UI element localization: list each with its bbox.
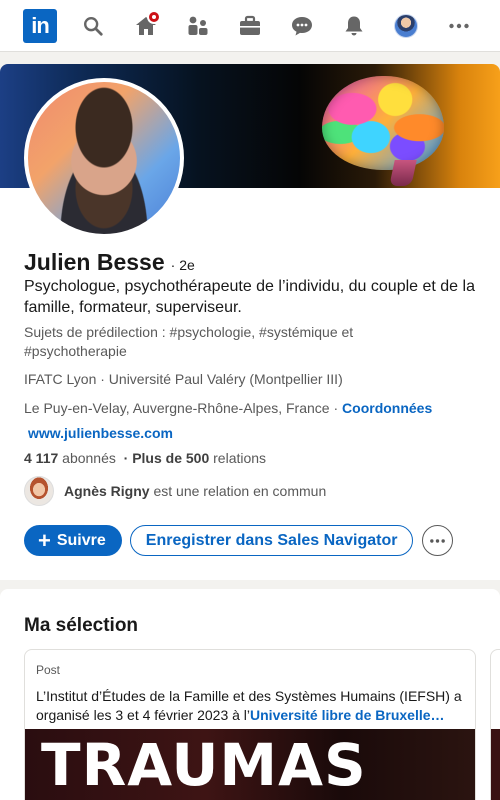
more-icon[interactable] [441, 8, 477, 44]
notifications-icon[interactable] [336, 8, 372, 44]
next-featured-card[interactable] [490, 649, 500, 800]
featured-post-card[interactable]: Post L’Institut d’Études de la Famille e… [24, 649, 476, 800]
post-type-label: Post [36, 663, 61, 677]
mutual-connection-text: Agnès Rigny est une relation en commun [64, 483, 326, 499]
connection-degree: · 2e [170, 257, 195, 273]
profile-photo[interactable] [24, 78, 184, 238]
jobs-icon[interactable] [232, 8, 268, 44]
profile-stats: 4 117 abonnés · Plus de 500 relations [24, 450, 266, 466]
website-link[interactable]: www.julienbesse.com [28, 425, 173, 441]
messaging-icon[interactable] [284, 8, 320, 44]
follow-button-label: Suivre [56, 531, 106, 549]
mutual-connection[interactable]: Agnès Rigny est une relation en commun [24, 476, 326, 506]
contact-info-link[interactable]: Coordonnées [342, 400, 432, 416]
linkedin-logo[interactable]: in [23, 9, 57, 43]
profile-location: Le Puy-en-Velay, Auvergne-Rhône-Alpes, F… [24, 400, 339, 416]
network-icon[interactable] [180, 8, 216, 44]
post-text: L’Institut d’Études de la Famille et des… [36, 687, 466, 725]
featured-section: Ma sélection Post L’Institut d’Études de… [0, 589, 500, 800]
profile-card: Julien Besse · 2e Psychologue, psychothé… [0, 64, 500, 580]
mutual-connection-name: Agnès Rigny [64, 483, 150, 499]
name-row: Julien Besse · 2e [24, 249, 195, 276]
linkedin-logo-text: in [31, 13, 50, 38]
post-text-link[interactable]: Université libre de Bruxelle… [250, 707, 445, 723]
more-horizontal-icon [430, 538, 446, 543]
next-featured-card-image [491, 729, 500, 800]
profile-topics: Sujets de prédilection : #psychologie, #… [24, 324, 354, 359]
search-icon[interactable] [75, 8, 111, 44]
profile-headline: Psychologue, psychothérapeute de l’indiv… [24, 278, 475, 316]
plus-icon: + [38, 527, 51, 553]
featured-title: Ma sélection [24, 615, 139, 636]
post-image[interactable]: TRAUMAS [25, 729, 475, 800]
me-avatar-image [394, 14, 418, 38]
relations-count[interactable]: · Plus de 500 [124, 450, 210, 466]
home-icon[interactable] [128, 8, 164, 44]
profile-location-row: Le Puy-en-Velay, Auvergne-Rhône-Alpes, F… [24, 400, 432, 416]
post-image-title: TRAUMAS [41, 731, 367, 799]
home-notification-badge [147, 10, 161, 24]
brain-stem-illustration [389, 160, 417, 186]
more-actions-button[interactable] [422, 525, 454, 556]
profile-actions: + Suivre Enregistrer dans Sales Navigato… [24, 525, 454, 556]
followers-count: 4 117 [24, 450, 59, 466]
top-navigation-bar: in [0, 0, 500, 52]
save-to-sales-navigator-button[interactable]: Enregistrer dans Sales Navigator [129, 525, 414, 556]
relations-label[interactable]: relations [213, 450, 266, 466]
me-avatar[interactable] [388, 8, 424, 44]
follow-button[interactable]: + Suivre [24, 525, 122, 556]
profile-education[interactable]: IFATC Lyon · Université Paul Valéry (Mon… [24, 371, 343, 387]
brain-illustration [322, 76, 444, 170]
followers-label: abonnés [62, 450, 116, 466]
mutual-connection-avatar [24, 476, 54, 506]
profile-name: Julien Besse [24, 249, 165, 275]
mutual-connection-caption: est une relation en commun [153, 483, 327, 499]
